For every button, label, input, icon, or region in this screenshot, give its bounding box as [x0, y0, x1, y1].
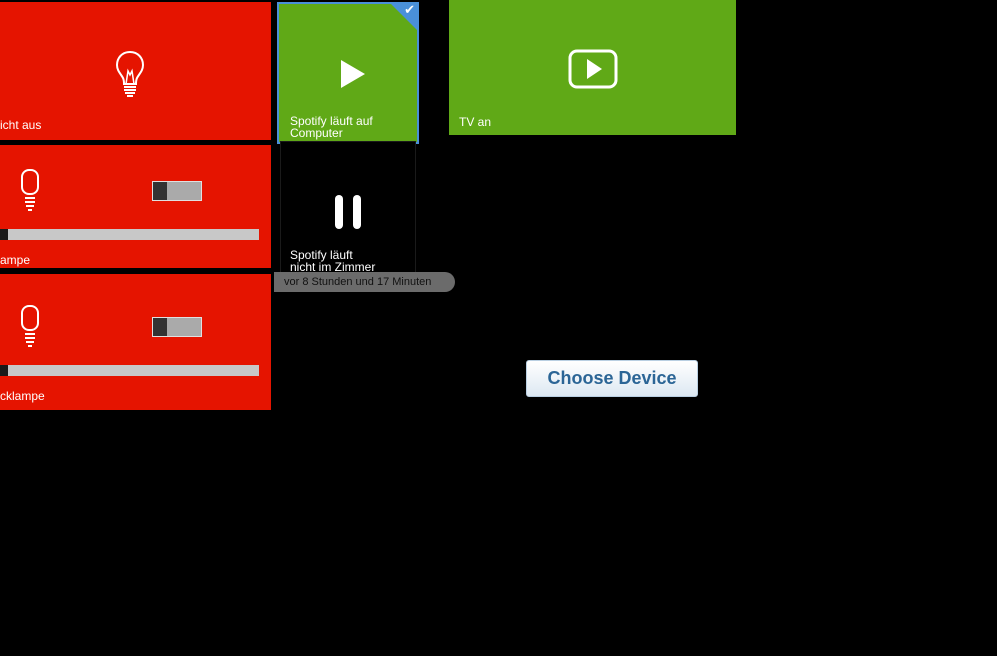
tile-spotify-room-label: Spotify läuft nicht im Zimmer — [290, 248, 376, 274]
tile-spotify-computer[interactable]: ✔ Spotify läuft auf Computer — [277, 2, 419, 144]
tile-lamp-2[interactable]: cklampe — [0, 274, 271, 410]
tile-lamp-1-label: ampe — [0, 253, 31, 267]
tile-light-off-label: icht aus — [0, 118, 42, 132]
pause-icon — [335, 195, 361, 229]
lamp-2-toggle[interactable] — [152, 317, 202, 337]
lamp-1-dimmer-slider[interactable] — [0, 229, 259, 240]
bulb-icon — [21, 169, 39, 211]
tile-tv-on[interactable]: TV an — [449, 0, 736, 135]
last-updated-timestamp: vor 8 Stunden und 17 Minuten — [274, 272, 455, 292]
dashboard: icht aus ✔ Spotify läuft auf Computer TV… — [0, 0, 997, 656]
lamp-2-dimmer-slider[interactable] — [0, 365, 259, 376]
bulb-icon — [21, 305, 39, 347]
tile-lamp-1[interactable]: ampe — [0, 145, 271, 268]
tile-tv-on-label: TV an — [459, 115, 492, 129]
tile-spotify-room[interactable]: Spotify läuft nicht im Zimmer — [280, 141, 416, 275]
tile-spotify-computer-label: Spotify läuft auf Computer — [290, 114, 373, 140]
tile-lamp-2-label: cklampe — [0, 389, 45, 403]
lamp-1-toggle[interactable] — [152, 181, 202, 201]
choose-device-button[interactable]: Choose Device — [526, 360, 698, 397]
tile-light-off[interactable]: icht aus — [0, 2, 271, 140]
lamp-1-dimmer-fill — [0, 229, 8, 240]
play-icon — [341, 60, 365, 88]
lamp-2-dimmer-fill — [0, 365, 8, 376]
lightbulb-icon — [115, 50, 145, 97]
play-button-icon — [568, 49, 618, 89]
lamp-1-toggle-knob — [153, 182, 167, 200]
lamp-2-toggle-knob — [153, 318, 167, 336]
checkmark-icon: ✔ — [404, 3, 415, 18]
